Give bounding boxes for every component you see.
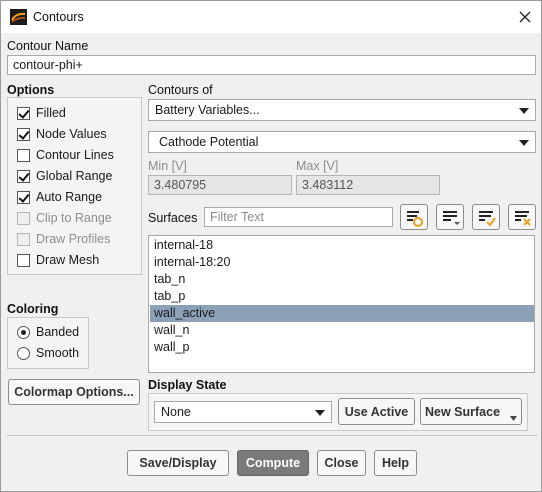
title-bar: Contours: [1, 1, 541, 33]
chevron-down-icon: [510, 416, 517, 421]
checkbox-label: Global Range: [36, 169, 113, 183]
smooth-radio[interactable]: Smooth: [17, 345, 79, 361]
surfaces-list[interactable]: internal-18 internal-18:20 tab_n tab_p w…: [148, 235, 535, 373]
radio-label: Banded: [36, 325, 80, 339]
checkbox-label: Draw Profiles: [36, 232, 111, 246]
list-item[interactable]: internal-18: [150, 237, 534, 254]
coloring-title: Coloring: [7, 302, 59, 316]
deselect-all-icon: [515, 211, 531, 226]
list-item-selected[interactable]: wall_active: [150, 305, 534, 322]
options-title: Options: [7, 83, 55, 97]
min-value-field: 3.480795: [148, 175, 292, 195]
contours-dialog: Contours Contour Name contour-phi+ Optio…: [0, 0, 542, 492]
clip-to-range-checkbox: Clip to Range: [17, 210, 112, 226]
checkbox-label: Clip to Range: [36, 211, 112, 225]
dropdown-value: Cathode Potential: [159, 135, 259, 149]
checkbox-box[interactable]: [17, 127, 30, 141]
checkbox-box[interactable]: [17, 190, 30, 204]
use-active-button[interactable]: Use Active: [338, 398, 415, 425]
surface-list-menu-icon: [443, 211, 460, 225]
surfaces-label: Surfaces: [148, 211, 198, 225]
surface-filter-input[interactable]: Filter Text: [204, 207, 393, 227]
surface-list-menu-button[interactable]: [436, 204, 464, 230]
list-item[interactable]: wall_p: [150, 339, 534, 356]
chevron-down-icon: [519, 108, 529, 114]
select-all-icon: [479, 211, 496, 227]
filled-checkbox[interactable]: Filled: [17, 105, 66, 121]
checkbox-box[interactable]: [17, 253, 30, 267]
draw-mesh-checkbox[interactable]: Draw Mesh: [17, 252, 99, 268]
list-item[interactable]: internal-18:20: [150, 254, 534, 271]
radio-label: Smooth: [36, 346, 80, 360]
close-button[interactable]: Close: [317, 450, 366, 476]
node-values-checkbox[interactable]: Node Values: [17, 126, 107, 142]
auto-range-checkbox[interactable]: Auto Range: [17, 189, 102, 205]
checkbox-box[interactable]: [17, 148, 30, 162]
deselect-all-button[interactable]: [508, 204, 536, 230]
checkbox-label: Draw Mesh: [36, 253, 100, 267]
draw-profiles-checkbox: Draw Profiles: [17, 231, 110, 247]
max-label: Max [V]: [296, 159, 339, 173]
list-item[interactable]: wall_n: [150, 322, 534, 339]
footer-divider: [7, 435, 537, 436]
button-label: New Surface: [425, 404, 501, 419]
contours-variable-dropdown[interactable]: Cathode Potential: [148, 131, 536, 153]
checkbox-label: Filled: [36, 106, 66, 120]
contours-of-label: Contours of: [148, 83, 213, 97]
chevron-down-icon: [315, 410, 325, 416]
max-value-field: 3.483112: [296, 175, 440, 195]
new-surface-button[interactable]: New Surface: [420, 398, 522, 425]
options-group: [7, 97, 142, 275]
checkbox-box[interactable]: [17, 106, 30, 120]
contour-lines-checkbox[interactable]: Contour Lines: [17, 147, 114, 163]
checkbox-box[interactable]: [17, 169, 30, 183]
list-item[interactable]: tab_n: [150, 271, 534, 288]
global-range-checkbox[interactable]: Global Range: [17, 168, 112, 184]
compute-button[interactable]: Compute: [237, 450, 309, 476]
select-all-button[interactable]: [472, 204, 500, 230]
display-state-label: Display State: [148, 378, 227, 392]
checkbox-label: Auto Range: [36, 190, 103, 204]
radio-button[interactable]: [17, 325, 30, 339]
contour-name-label: Contour Name: [7, 39, 89, 53]
list-item[interactable]: tab_p: [150, 288, 534, 305]
checkbox-box: [17, 211, 30, 225]
surface-new-icon: [407, 211, 423, 227]
display-state-dropdown[interactable]: None: [154, 401, 332, 423]
save-display-button[interactable]: Save/Display: [127, 450, 229, 476]
colormap-options-button[interactable]: Colormap Options...: [8, 379, 140, 405]
fluent-icon: [10, 9, 27, 25]
contour-name-input[interactable]: contour-phi+: [7, 55, 536, 75]
new-surface-icon-button[interactable]: [400, 204, 428, 230]
banded-radio[interactable]: Banded: [17, 324, 79, 340]
window-title: Contours: [33, 10, 84, 24]
min-label: Min [V]: [148, 159, 187, 173]
dropdown-value: Battery Variables...: [155, 103, 260, 117]
contours-category-dropdown[interactable]: Battery Variables...: [148, 99, 536, 121]
checkbox-label: Contour Lines: [36, 148, 114, 162]
checkbox-box: [17, 232, 30, 246]
radio-button[interactable]: [17, 346, 30, 360]
help-button[interactable]: Help: [374, 450, 417, 476]
dropdown-value: None: [161, 405, 191, 419]
close-icon[interactable]: [513, 7, 537, 27]
chevron-down-icon: [519, 140, 529, 146]
checkbox-label: Node Values: [36, 127, 107, 141]
